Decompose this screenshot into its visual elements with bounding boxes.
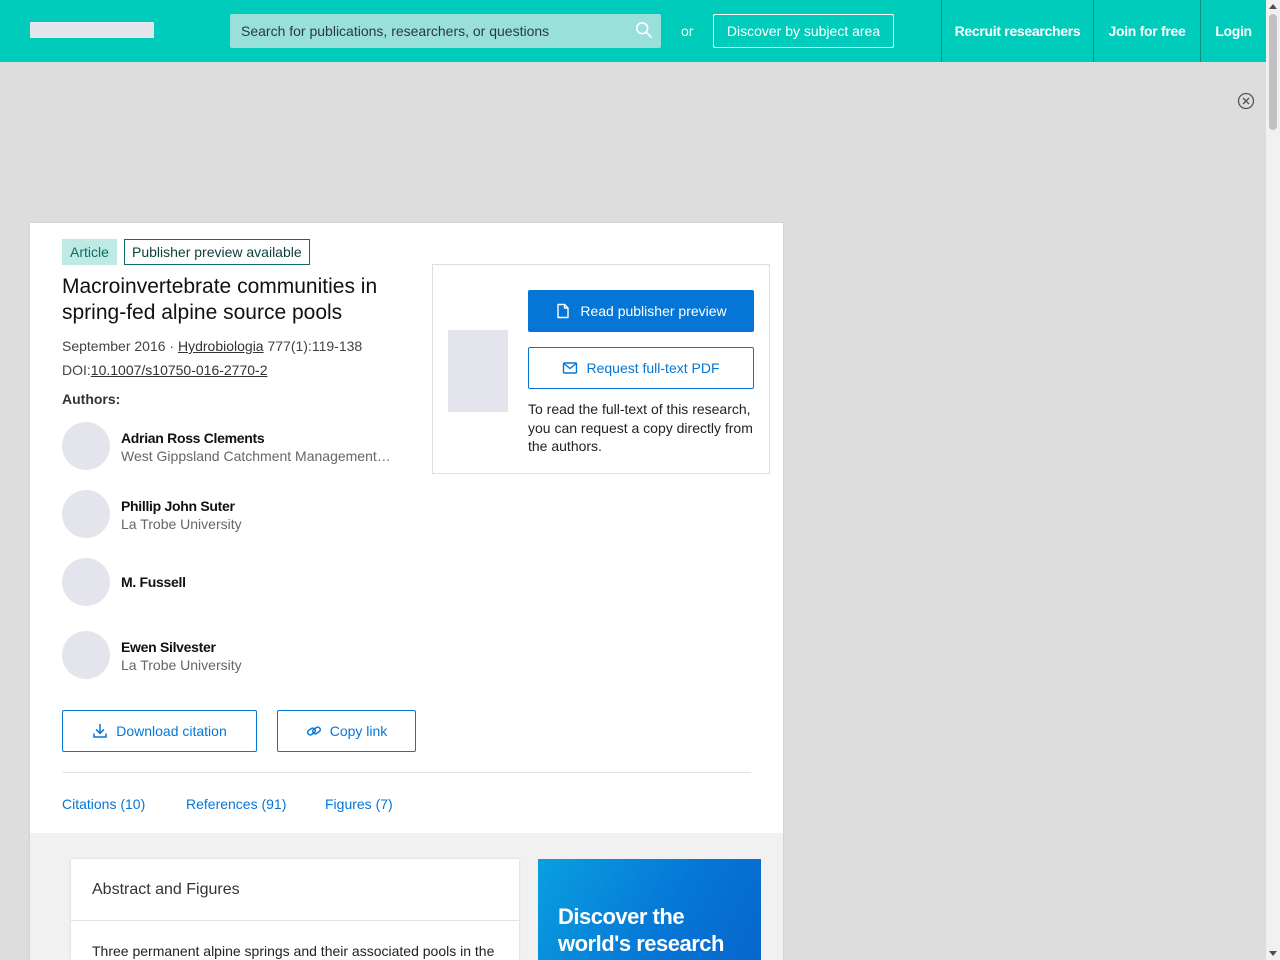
page-scrollbar[interactable] [1266, 0, 1280, 960]
abstract-text: Three permanent alpine springs and their… [92, 943, 495, 959]
download-citation-button[interactable]: Download citation [62, 710, 257, 752]
close-ad-icon[interactable] [1237, 92, 1255, 110]
abstract-heading: Abstract and Figures [92, 881, 240, 898]
doi-link[interactable]: 10.1007/s10750-016-2770-2 [91, 362, 268, 378]
download-icon [93, 723, 107, 738]
author-affiliation: West Gippsland Catchment Management Auth… [121, 448, 393, 464]
avatar[interactable] [62, 631, 110, 679]
preview-thumbnail[interactable] [448, 330, 508, 412]
search-input[interactable] [230, 14, 620, 48]
full-text-access-box: Read publisher preview Request full-text… [432, 264, 770, 474]
publication-meta: September 2016 · Hydrobiologia 777(1):11… [62, 338, 362, 354]
author-item[interactable]: Ewen Silvester La Trobe University [62, 631, 412, 679]
link-icon [306, 726, 321, 736]
read-publisher-preview-label: Read publisher preview [580, 303, 727, 319]
content-section: Abstract and Figures Three permanent alp… [30, 833, 783, 960]
scroll-down-arrow-icon[interactable] [1269, 951, 1277, 956]
publication-card: Article Publisher preview available Macr… [30, 223, 783, 960]
article-type-badge: Article [62, 239, 117, 265]
access-note: To read the full-text of this research, … [528, 401, 753, 454]
top-navigation-bar: or Discover by subject area Recruit rese… [0, 0, 1266, 62]
author-name[interactable]: Phillip John Suter [121, 498, 235, 514]
scroll-up-arrow-icon[interactable] [1269, 4, 1277, 9]
author-name[interactable]: M. Fussell [121, 574, 186, 590]
search-icon[interactable] [635, 21, 653, 39]
abstract-divider [71, 920, 519, 921]
publication-date: September 2016 [62, 338, 166, 354]
doi-label: DOI: [62, 362, 91, 378]
read-publisher-preview-button[interactable]: Read publisher preview [528, 290, 754, 332]
doi-line: DOI:10.1007/s10750-016-2770-2 [62, 362, 267, 378]
avatar[interactable] [62, 558, 110, 606]
document-icon [557, 303, 570, 319]
author-item[interactable]: Adrian Ross Clements West Gippsland Catc… [62, 422, 412, 470]
nav-login[interactable]: Login [1200, 0, 1266, 62]
author-affiliation: La Trobe University [121, 657, 242, 673]
tab-references[interactable]: References (91) [186, 796, 286, 812]
author-affiliation: La Trobe University [121, 516, 242, 532]
author-name[interactable]: Ewen Silvester [121, 639, 216, 655]
tab-figures[interactable]: Figures (7) [325, 796, 393, 812]
discover-research-promo[interactable]: Discover the world's research [538, 859, 761, 960]
tabs-divider [62, 772, 751, 773]
nav-recruit-researchers[interactable]: Recruit researchers [941, 0, 1093, 62]
meta-separator: · [165, 338, 178, 354]
publication-title: Macroinvertebrate communities in spring-… [62, 275, 378, 324]
request-full-text-button[interactable]: Request full-text PDF [528, 347, 754, 389]
nav-join-for-free[interactable]: Join for free [1093, 0, 1200, 62]
tab-citations[interactable]: Citations (10) [62, 796, 145, 812]
site-logo[interactable] [30, 22, 154, 38]
request-full-text-label: Request full-text PDF [586, 360, 720, 376]
download-citation-label: Download citation [116, 723, 227, 739]
abstract-panel: Abstract and Figures Three permanent alp… [71, 859, 519, 960]
discover-by-subject-button[interactable]: Discover by subject area [713, 14, 894, 48]
avatar[interactable] [62, 490, 110, 538]
authors-label: Authors: [62, 391, 121, 407]
promo-text: Discover the world's research [558, 904, 724, 956]
journal-volume: 777(1):119-138 [263, 338, 363, 354]
preview-available-badge: Publisher preview available [124, 239, 310, 265]
or-text: or [681, 23, 694, 39]
author-item[interactable]: Phillip John Suter La Trobe University [62, 490, 412, 538]
author-item[interactable]: M. Fussell [62, 558, 412, 606]
author-name[interactable]: Adrian Ross Clements [121, 430, 265, 446]
search-box[interactable] [230, 14, 661, 48]
journal-link[interactable]: Hydrobiologia [178, 338, 264, 354]
envelope-icon [563, 362, 578, 374]
avatar[interactable] [62, 422, 110, 470]
copy-link-button[interactable]: Copy link [277, 710, 416, 752]
scroll-thumb[interactable] [1269, 14, 1277, 130]
copy-link-label: Copy link [329, 723, 388, 739]
